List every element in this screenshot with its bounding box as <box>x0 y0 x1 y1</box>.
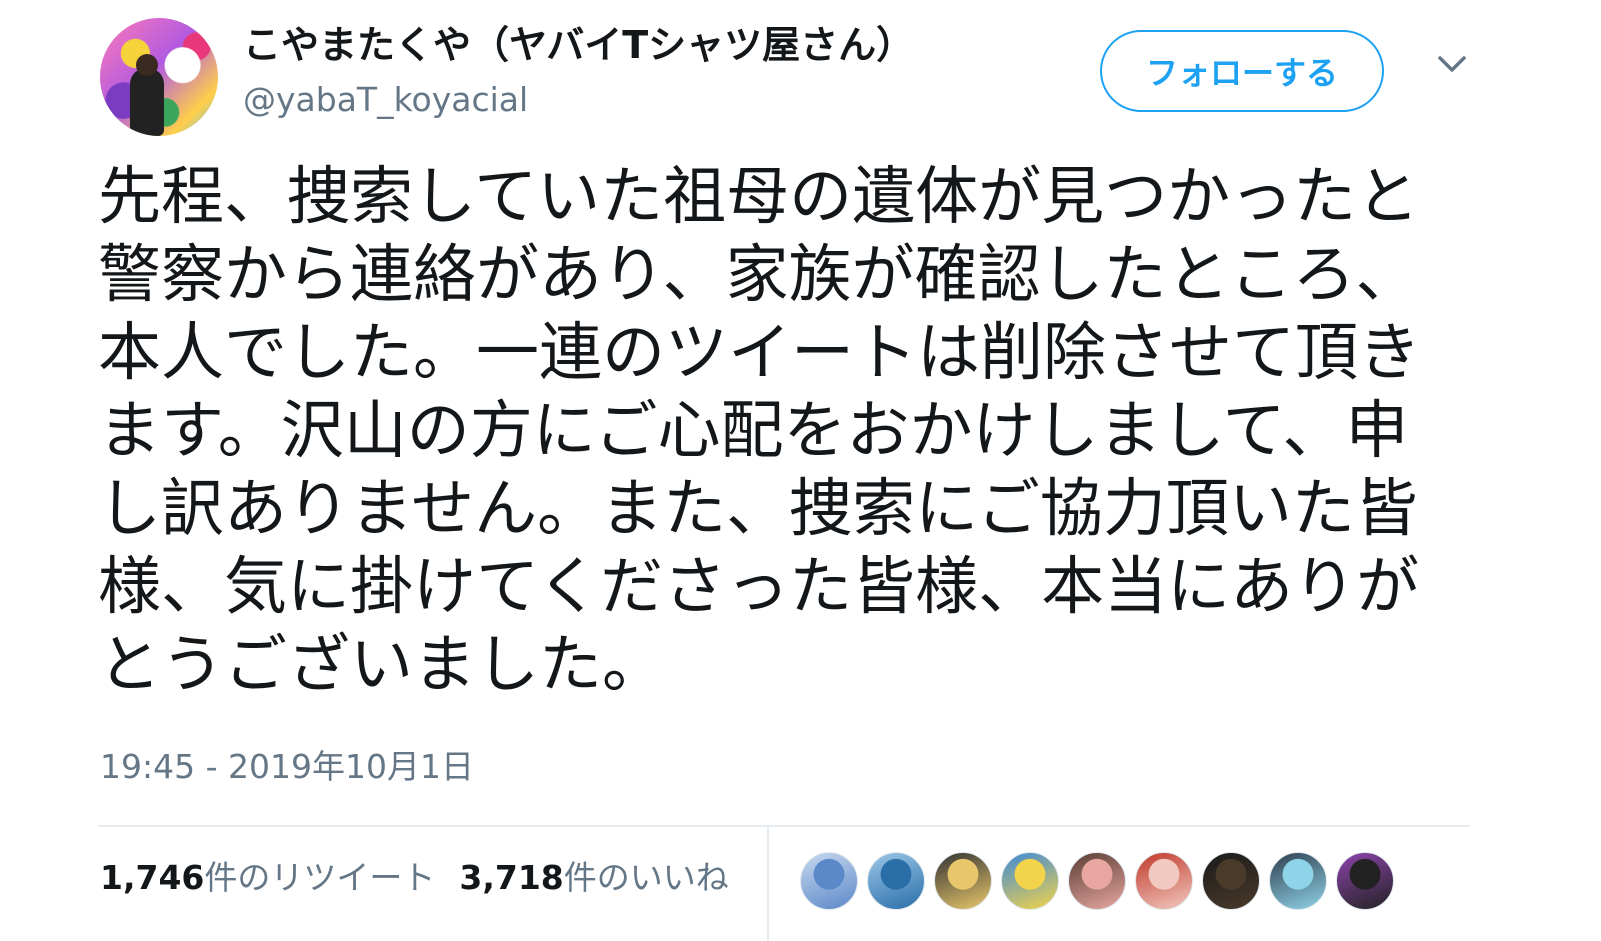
like-label: 件のいいね <box>563 858 729 897</box>
liker-avatar[interactable] <box>1269 852 1327 910</box>
liker-avatar[interactable] <box>867 852 925 910</box>
liker-avatar[interactable] <box>800 852 858 910</box>
avatar-person-head <box>136 54 158 76</box>
author-display-name[interactable]: こやまたくや（ヤバイTシャツ屋さん） <box>243 20 914 70</box>
retweet-stat[interactable]: 1,746件のリツイート <box>100 858 435 897</box>
tweet-stats: 1,746件のリツイート 3,718件のいいね <box>100 856 729 900</box>
author-avatar[interactable] <box>100 18 218 136</box>
liker-avatar[interactable] <box>934 852 992 910</box>
liker-avatars <box>800 852 1394 910</box>
tweet-text: 先程、捜索していた祖母の遺体が見つかったと警察から連絡があり、家族が確認したとこ… <box>98 160 1421 701</box>
author-handle[interactable]: @yabaT_koyacial <box>243 78 528 122</box>
chevron-down-icon[interactable] <box>1432 44 1472 84</box>
liker-avatar[interactable] <box>1135 852 1193 910</box>
follow-button[interactable]: フォローする <box>1100 30 1384 112</box>
like-count: 3,718 <box>459 858 564 897</box>
like-stat[interactable]: 3,718件のいいね <box>459 858 728 897</box>
liker-avatar[interactable] <box>1068 852 1126 910</box>
stats-divider <box>767 827 769 941</box>
divider <box>98 825 1470 827</box>
liker-avatar[interactable] <box>1336 852 1394 910</box>
liker-avatar[interactable] <box>1202 852 1260 910</box>
avatar-person-figure <box>130 68 164 136</box>
retweet-label: 件のリツイート <box>204 858 436 897</box>
liker-avatar[interactable] <box>1001 852 1059 910</box>
retweet-count: 1,746 <box>100 858 205 897</box>
tweet-timestamp[interactable]: 19:45 - 2019年10月1日 <box>100 745 474 789</box>
